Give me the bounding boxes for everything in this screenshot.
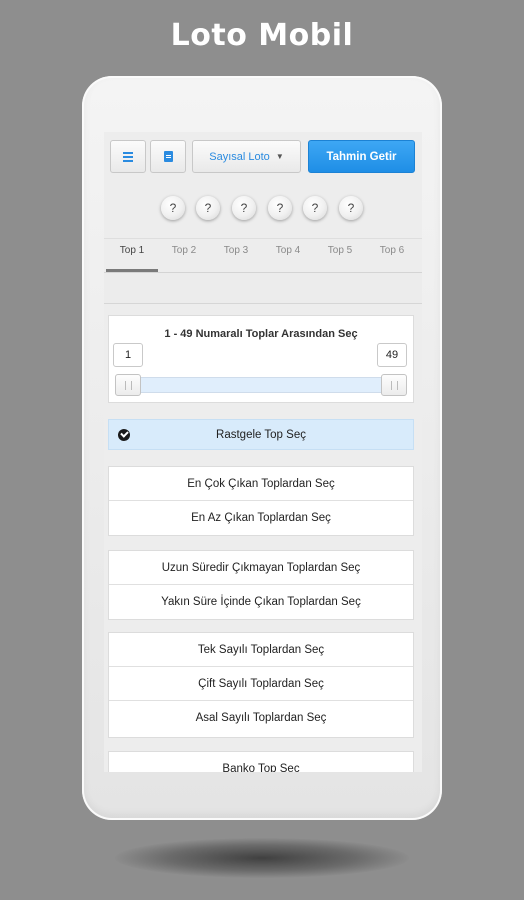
document-icon bbox=[163, 151, 173, 162]
range-max-input[interactable]: 49 bbox=[377, 343, 407, 367]
menu-button[interactable] bbox=[110, 140, 146, 173]
range-title: 1 - 49 Numaralı Toplar Arasından Seç bbox=[164, 328, 358, 340]
option-recently-drawn[interactable]: Yakın Süre İçinde Çıkan Toplardan Seç bbox=[109, 585, 413, 619]
tab-top-1[interactable]: Top 1 bbox=[106, 238, 158, 272]
ball-3: ? bbox=[232, 196, 256, 220]
toolbar: Sayısal Loto ▼ Tahmin Getir bbox=[104, 132, 422, 186]
range-card: 1 - 49 Numaralı Toplar Arasından Seç 1 4… bbox=[108, 315, 414, 403]
option-group-banker: Banko Top Seç bbox=[108, 751, 414, 772]
promo-title: Loto Mobil bbox=[170, 18, 354, 53]
tab-top-2[interactable]: Top 2 bbox=[158, 238, 210, 272]
option-group-number-type: Tek Sayılı Toplardan Seç Çift Sayılı Top… bbox=[108, 632, 414, 738]
game-select[interactable]: Sayısal Loto ▼ bbox=[192, 140, 301, 173]
hamburger-icon bbox=[123, 151, 133, 162]
option-odd[interactable]: Tek Sayılı Toplardan Seç bbox=[109, 633, 413, 667]
option-most-drawn[interactable]: En Çok Çıkan Toplardan Seç bbox=[109, 467, 413, 501]
option-banker[interactable]: Banko Top Seç bbox=[109, 752, 413, 772]
game-select-label: Sayısal Loto bbox=[209, 150, 270, 163]
chevron-down-icon: ▼ bbox=[275, 152, 284, 161]
option-even[interactable]: Çift Sayılı Toplardan Seç bbox=[109, 667, 413, 701]
range-slider-max-handle[interactable] bbox=[381, 374, 407, 396]
option-group-recency: Uzun Süredir Çıkmayan Toplardan Seç Yakı… bbox=[108, 550, 414, 620]
ball-row: ? ? ? ? ? ? bbox=[104, 186, 422, 239]
ball-tabs: Top 1 Top 2 Top 3 Top 4 Top 5 Top 6 bbox=[104, 238, 422, 273]
ball-4: ? bbox=[268, 196, 292, 220]
random-ball-label: Rastgele Top Seç bbox=[216, 428, 306, 441]
tab-top-5[interactable]: Top 5 bbox=[314, 238, 366, 272]
tab-top-3[interactable]: Top 3 bbox=[210, 238, 262, 272]
random-ball-option[interactable]: Rastgele Top Seç bbox=[108, 419, 414, 450]
range-slider-min-handle[interactable] bbox=[115, 374, 141, 396]
range-slider-track[interactable] bbox=[119, 377, 403, 393]
option-group-frequency: En Çok Çıkan Toplardan Seç En Az Çıkan T… bbox=[108, 466, 414, 536]
ball-6: ? bbox=[339, 196, 363, 220]
tab-panel-strip bbox=[104, 273, 422, 304]
option-long-not-drawn[interactable]: Uzun Süredir Çıkmayan Toplardan Seç bbox=[109, 551, 413, 585]
range-min-input[interactable]: 1 bbox=[113, 343, 143, 367]
predict-button[interactable]: Tahmin Getir bbox=[308, 140, 415, 173]
ball-1: ? bbox=[161, 196, 185, 220]
check-circle-icon bbox=[118, 429, 130, 441]
ball-5: ? bbox=[303, 196, 327, 220]
tab-top-6[interactable]: Top 6 bbox=[366, 238, 418, 272]
ball-2: ? bbox=[196, 196, 220, 220]
document-button[interactable] bbox=[150, 140, 186, 173]
option-least-drawn[interactable]: En Az Çıkan Toplardan Seç bbox=[109, 501, 413, 535]
device-shadow bbox=[115, 838, 409, 878]
app-screen: Sayısal Loto ▼ Tahmin Getir ? ? ? ? ? ? … bbox=[104, 132, 422, 772]
predict-button-label: Tahmin Getir bbox=[326, 150, 397, 163]
option-prime[interactable]: Asal Sayılı Toplardan Seç bbox=[109, 701, 413, 735]
tab-top-4[interactable]: Top 4 bbox=[262, 238, 314, 272]
